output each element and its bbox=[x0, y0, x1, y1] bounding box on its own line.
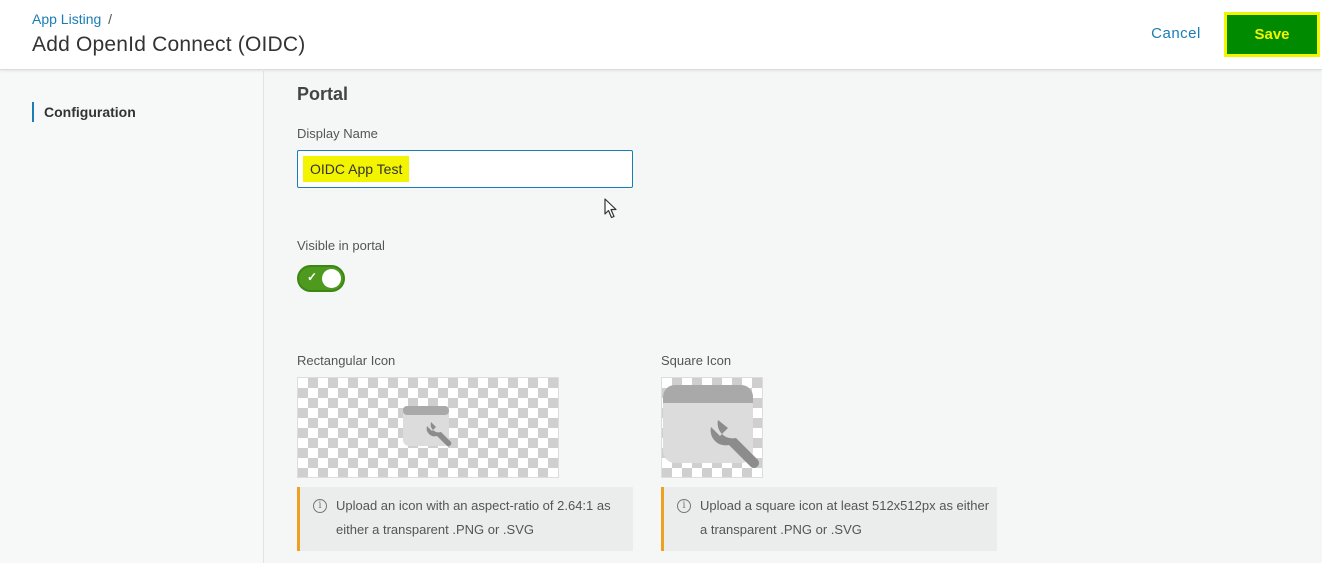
display-name-input[interactable]: OIDC App Test bbox=[297, 150, 633, 188]
rectangular-icon-label: Rectangular Icon bbox=[297, 353, 396, 368]
sidebar-item-configuration[interactable]: Configuration bbox=[32, 102, 136, 122]
square-icon-label: Square Icon bbox=[661, 353, 732, 368]
save-button[interactable]: Save bbox=[1227, 15, 1317, 54]
square-icon-info-text: Upload a square icon at least 512x512px … bbox=[700, 498, 990, 537]
display-name-value: OIDC App Test bbox=[303, 156, 410, 182]
app-wrench-icon bbox=[663, 385, 759, 468]
visible-in-portal-label: Visible in portal bbox=[297, 238, 385, 253]
rectangular-icon-upload[interactable] bbox=[297, 377, 559, 478]
breadcrumb-separator: / bbox=[108, 11, 113, 27]
visible-in-portal-toggle[interactable]: ✓ bbox=[297, 265, 345, 292]
section-title-portal: Portal bbox=[297, 84, 349, 104]
rectangular-icon-info: i Upload an icon with an aspect-ratio of… bbox=[297, 487, 633, 551]
sidebar: Configuration bbox=[0, 71, 264, 563]
check-icon: ✓ bbox=[307, 270, 318, 284]
display-name-label: Display Name bbox=[297, 126, 378, 141]
rectangular-icon-info-text: Upload an icon with an aspect-ratio of 2… bbox=[336, 498, 611, 537]
toggle-knob bbox=[322, 269, 341, 288]
cancel-button[interactable]: Cancel bbox=[1140, 22, 1212, 46]
breadcrumb-app-listing-link[interactable]: App Listing bbox=[32, 11, 101, 27]
mouse-cursor-icon bbox=[604, 198, 617, 219]
app-wrench-icon bbox=[403, 406, 452, 447]
square-icon-upload[interactable] bbox=[661, 377, 763, 478]
page-header: App Listing / Add OpenId Connect (OIDC) … bbox=[0, 0, 1322, 70]
main-content: Portal Display Name OIDC App Test Visibl… bbox=[265, 71, 1322, 563]
info-icon: i bbox=[313, 499, 327, 513]
breadcrumb: App Listing / bbox=[32, 11, 112, 27]
save-button-highlight: Save bbox=[1224, 12, 1320, 57]
square-icon-info: i Upload a square icon at least 512x512p… bbox=[661, 487, 997, 551]
info-icon: i bbox=[677, 499, 691, 513]
page-title: Add OpenId Connect (OIDC) bbox=[32, 33, 306, 56]
